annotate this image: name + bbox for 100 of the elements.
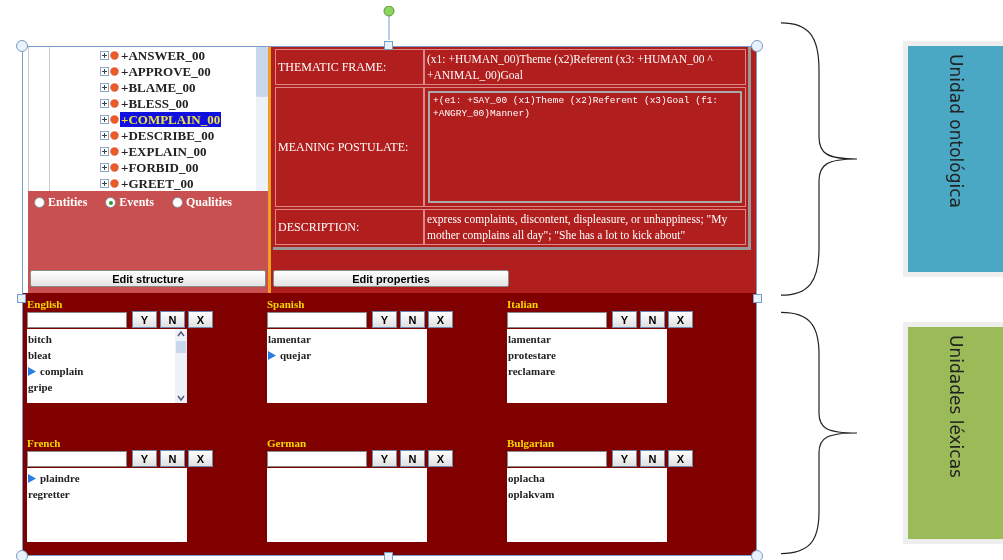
small-button[interactable]: N — [160, 450, 185, 467]
radio-icon[interactable] — [105, 197, 117, 208]
list-item[interactable]: protestare — [508, 349, 556, 361]
resize-handle[interactable] — [17, 294, 26, 303]
resize-handle[interactable] — [384, 552, 393, 560]
tree-item[interactable]: +COMPLAIN_00 — [120, 111, 222, 127]
list-item[interactable]: bitch — [28, 333, 52, 345]
tree-item[interactable]: +GREET_00 — [120, 175, 195, 191]
resize-handle[interactable] — [753, 294, 762, 303]
small-button[interactable]: N — [400, 450, 425, 467]
input-field[interactable] — [267, 311, 367, 328]
scroll-thumb[interactable] — [176, 341, 186, 353]
bullet-icon — [110, 146, 119, 156]
input-field[interactable] — [507, 450, 607, 467]
language-label: German — [267, 437, 308, 450]
input-field[interactable] — [507, 311, 607, 328]
small-button[interactable]: X — [188, 311, 213, 328]
list-item[interactable]: quejar — [280, 349, 312, 361]
expand-icon[interactable] — [100, 178, 109, 188]
bullet-icon — [110, 98, 119, 108]
bullet-icon — [110, 82, 119, 92]
radio-label: Entities — [48, 195, 88, 210]
list-item[interactable]: complain — [40, 365, 84, 377]
list-item[interactable]: lamentar — [508, 333, 551, 345]
scrollbar[interactable] — [256, 47, 268, 191]
tree-item[interactable]: +FORBID_00 — [120, 159, 200, 175]
word-list[interactable]: lamentar protestare reclamare — [507, 329, 667, 403]
resize-handle[interactable] — [384, 41, 393, 50]
radio-option[interactable]: Events — [105, 195, 154, 210]
bullet-icon — [110, 130, 119, 140]
scroll-down-icon[interactable] — [177, 393, 185, 403]
expand-icon[interactable] — [100, 66, 109, 76]
small-button[interactable]: Y — [132, 450, 157, 467]
list-item[interactable]: regretter — [28, 488, 70, 500]
word-list[interactable]: bitch bleat complain gripe — [27, 329, 187, 403]
list-item[interactable]: plaindre — [40, 472, 80, 484]
property-label: MEANING POSTULATE: — [276, 88, 425, 206]
list-item[interactable]: gripe — [28, 381, 53, 393]
expand-icon[interactable] — [100, 82, 109, 92]
language-label: French — [27, 437, 62, 450]
expand-icon[interactable] — [100, 162, 109, 172]
word-list[interactable]: oplacha oplakvam — [507, 468, 667, 542]
small-button[interactable]: Y — [132, 311, 157, 328]
small-button[interactable]: Y — [612, 311, 637, 328]
small-button[interactable]: N — [160, 311, 185, 328]
list-item[interactable]: lamentar — [268, 333, 311, 345]
input-field[interactable] — [27, 311, 127, 328]
small-button[interactable]: N — [400, 311, 425, 328]
property-label: DESCRIPTION: — [276, 210, 425, 244]
small-button[interactable]: X — [428, 450, 453, 467]
expand-icon[interactable] — [100, 98, 109, 108]
small-button[interactable]: X — [188, 450, 213, 467]
small-button[interactable]: Y — [372, 311, 397, 328]
small-button[interactable]: N — [640, 450, 665, 467]
resize-handle[interactable] — [751, 550, 763, 560]
word-list[interactable]: plaindre regretter — [27, 468, 187, 542]
radio-icon[interactable] — [172, 197, 183, 208]
section-label: Unidad ontológica — [903, 41, 1003, 277]
scrollbar[interactable] — [175, 329, 187, 403]
tree-item[interactable]: +BLESS_00 — [120, 95, 190, 111]
edit-structure-button[interactable]: Edit structure — [30, 270, 266, 287]
scroll-up-icon[interactable] — [177, 329, 185, 339]
bullet-icon — [110, 162, 119, 172]
tree-item[interactable]: +APPROVE_00 — [120, 63, 212, 79]
tree-item[interactable]: +DESCRIBE_00 — [120, 127, 216, 143]
word-list[interactable]: lamentar quejar — [267, 329, 427, 403]
radio-icon[interactable] — [34, 197, 45, 208]
list-item[interactable]: reclamare — [508, 365, 556, 377]
list-item[interactable]: oplakvam — [508, 488, 555, 500]
radio-option[interactable]: Entities — [34, 195, 88, 210]
property-value: (x1: +HUMAN_00)Theme (x2)Referent (x3: +HUMAN_00 ^ +ANIMAL_00)Goal — [426, 52, 714, 84]
resize-handle[interactable] — [16, 40, 28, 52]
property-value: express complaints, discontent, displeasure, or unhappiness; "My mother complains all day"; "She has a lot to kick about" — [426, 212, 729, 244]
scroll-thumb[interactable] — [256, 47, 268, 97]
input-field[interactable] — [27, 450, 127, 467]
text-area[interactable]: +(e1: +SAY_00 (x1)Theme (x2)Referent (x3)Goal (f1: +ANGRY_00)Manner) — [428, 91, 742, 203]
small-button[interactable]: X — [428, 311, 453, 328]
expand-icon[interactable] — [100, 50, 109, 60]
resize-handle[interactable] — [751, 40, 763, 52]
expand-icon[interactable] — [100, 114, 109, 124]
small-button[interactable]: X — [668, 450, 693, 467]
tree-item[interactable]: +ANSWER_00 — [120, 47, 206, 63]
small-button[interactable]: N — [640, 311, 665, 328]
list-item[interactable]: oplacha — [508, 472, 545, 484]
small-button[interactable]: Y — [612, 450, 637, 467]
input-field[interactable] — [267, 450, 367, 467]
list-item[interactable]: bleat — [28, 349, 52, 361]
small-button[interactable]: Y — [372, 450, 397, 467]
bullet-icon — [110, 66, 119, 76]
radio-option[interactable]: Qualities — [172, 195, 233, 210]
language-label: Spanish — [267, 298, 306, 311]
resize-handle[interactable] — [16, 550, 28, 560]
edit-properties-button[interactable]: Edit properties — [273, 270, 509, 287]
bullet-icon — [110, 114, 119, 124]
rotate-handle[interactable] — [382, 6, 396, 40]
expand-icon[interactable] — [100, 146, 109, 156]
expand-icon[interactable] — [100, 130, 109, 140]
tree-item[interactable]: +EXPLAIN_00 — [120, 143, 208, 159]
small-button[interactable]: X — [668, 311, 693, 328]
tree-item[interactable]: +BLAME_00 — [120, 79, 197, 95]
